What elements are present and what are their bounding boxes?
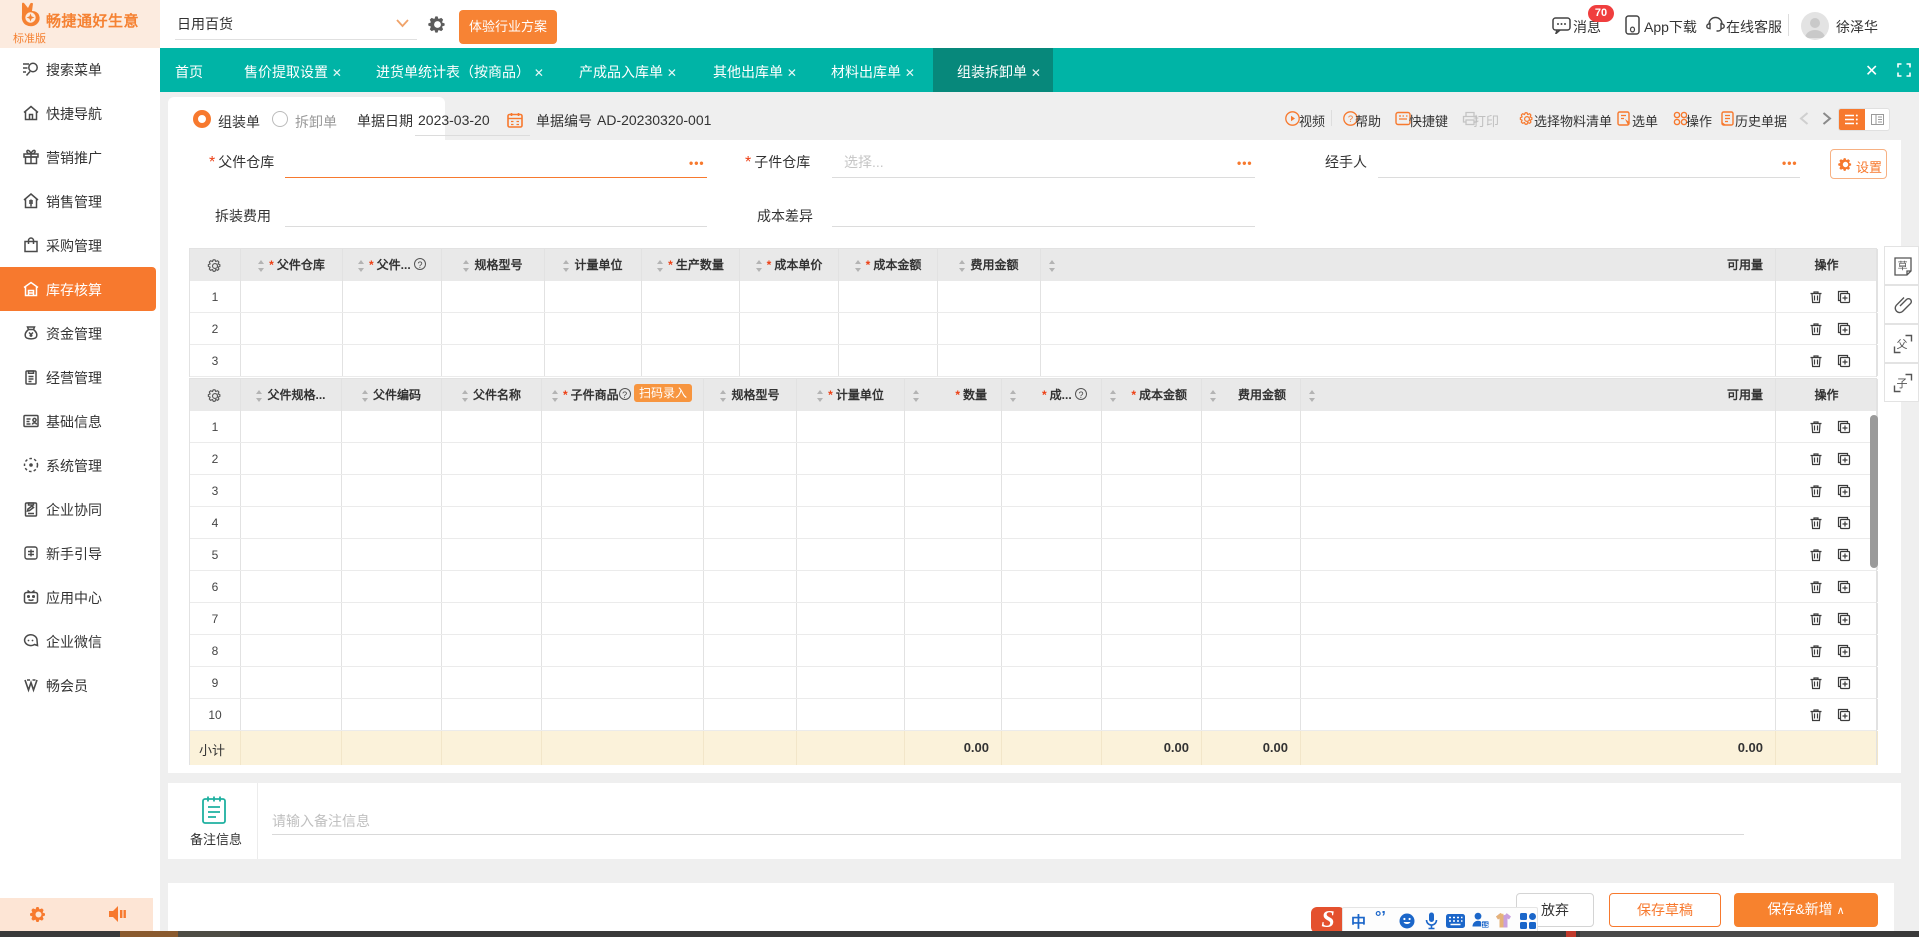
svg-text:?: ?	[1348, 114, 1353, 125]
svg-text:子: 子	[1897, 377, 1908, 390]
svg-text:15: 15	[1482, 923, 1489, 929]
svg-text:草: 草	[1898, 261, 1908, 273]
svg-text:父: 父	[1897, 338, 1908, 351]
